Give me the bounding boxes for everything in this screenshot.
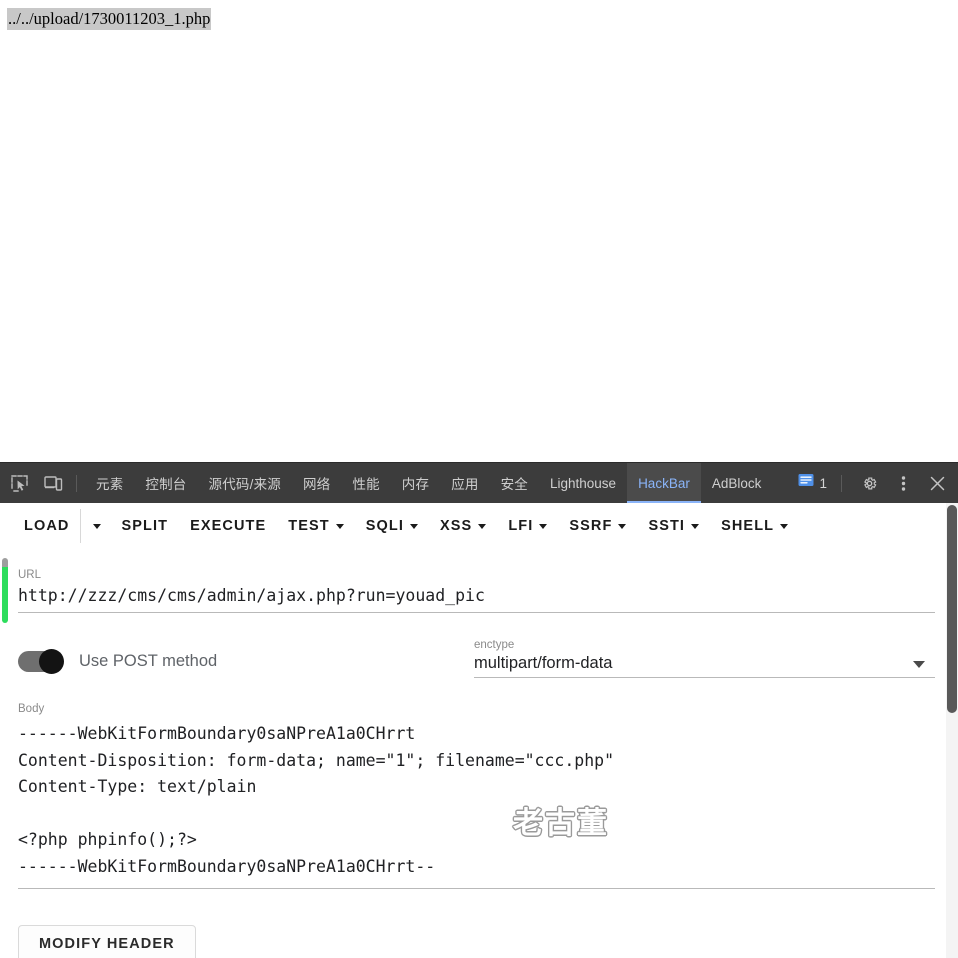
use-post-method-row[interactable]: Use POST method <box>18 649 218 674</box>
button-label: SQLI <box>365 518 404 534</box>
devtools-tab-bar: 元素 控制台 源代码/来源 网络 性能 内存 应用 安全 Lighthouse … <box>0 462 958 504</box>
tab-console[interactable]: 控制台 <box>134 463 197 504</box>
shell-menu-button[interactable]: SHELL <box>710 509 799 543</box>
body-textarea[interactable]: ------WebKitFormBoundary0saNPreA1a0CHrrt… <box>18 718 935 880</box>
ssti-menu-button[interactable]: SSTI <box>637 509 710 543</box>
chevron-down-icon <box>409 523 418 529</box>
toolbar-divider-right <box>841 474 842 492</box>
tab-hackbar[interactable]: HackBar <box>627 462 701 504</box>
tab-lighthouse[interactable]: Lighthouse <box>539 463 627 504</box>
button-label: SPLIT <box>121 518 169 534</box>
execute-button[interactable]: EXECUTE <box>179 509 277 543</box>
url-underline <box>18 612 935 613</box>
body-label: Body <box>18 703 45 715</box>
button-label: LOAD <box>24 518 70 534</box>
chevron-down-icon <box>780 523 789 529</box>
close-icon[interactable] <box>922 468 952 498</box>
tab-label: 性能 <box>352 477 380 492</box>
tab-label: 源代码/来源 <box>208 477 281 492</box>
page-selected-text: ../../upload/1730011203_1.php <box>7 8 212 30</box>
sqli-menu-button[interactable]: SQLI <box>355 509 429 543</box>
url-input[interactable]: http://zzz/cms/cms/admin/ajax.php?run=yo… <box>18 584 935 608</box>
inspect-element-icon[interactable] <box>4 468 34 498</box>
button-label: SSRF <box>569 518 613 534</box>
tab-label: 安全 <box>500 477 528 492</box>
chevron-down-icon <box>691 523 700 529</box>
url-field[interactable]: URL http://zzz/cms/cms/admin/ajax.php?ru… <box>18 569 935 613</box>
console-messages-button[interactable]: 1 <box>792 473 833 493</box>
tab-label: 网络 <box>302 477 331 492</box>
chevron-down-icon <box>913 661 925 668</box>
gear-icon[interactable] <box>854 468 884 498</box>
lfi-menu-button[interactable]: LFI <box>497 509 558 543</box>
tab-performance[interactable]: 性能 <box>341 463 390 504</box>
xss-menu-button[interactable]: XSS <box>429 509 497 543</box>
enctype-label: enctype <box>474 639 515 651</box>
chevron-down-icon <box>618 523 627 529</box>
tab-sources[interactable]: 源代码/来源 <box>198 463 292 504</box>
body-field[interactable]: Body ------WebKitFormBoundary0saNPreA1a0… <box>18 703 935 889</box>
tab-label: Lighthouse <box>550 475 617 491</box>
url-focus-indicator <box>2 558 8 623</box>
ssrf-menu-button[interactable]: SSRF <box>558 509 637 543</box>
button-label: TEST <box>288 518 330 534</box>
enctype-select[interactable]: enctype multipart/form-data <box>474 639 935 678</box>
body-underline <box>18 888 935 889</box>
tab-label: 内存 <box>401 477 430 492</box>
kebab-menu-icon[interactable] <box>888 468 918 498</box>
tab-network[interactable]: 网络 <box>292 463 341 504</box>
message-icon <box>798 473 814 493</box>
use-post-method-toggle[interactable] <box>18 649 64 674</box>
enctype-value: multipart/form-data <box>474 654 613 672</box>
tab-security[interactable]: 安全 <box>490 463 539 504</box>
hackbar-toolbar: LOAD SPLIT EXECUTE TEST SQLI XSS LFI SSR… <box>0 503 958 549</box>
split-button[interactable]: SPLIT <box>110 509 179 543</box>
tab-adblock[interactable]: AdBlock <box>701 463 773 504</box>
tab-label: 应用 <box>451 477 479 492</box>
test-menu-button[interactable]: TEST <box>277 509 354 543</box>
tab-label: 元素 <box>96 477 124 492</box>
button-label: LFI <box>508 518 534 534</box>
device-toolbar-icon[interactable] <box>38 468 68 498</box>
tab-elements[interactable]: 元素 <box>85 463 134 504</box>
toolbar-divider <box>76 474 77 492</box>
chevron-down-icon <box>539 523 548 529</box>
tab-label: HackBar <box>638 475 690 491</box>
panel-scrollbar-thumb[interactable] <box>947 505 957 713</box>
tab-application[interactable]: 应用 <box>440 463 489 504</box>
modify-header-button[interactable]: MODIFY HEADER <box>18 925 196 958</box>
use-post-method-label: Use POST method <box>79 652 218 670</box>
load-button[interactable]: LOAD <box>13 509 80 543</box>
tab-memory[interactable]: 内存 <box>391 463 440 504</box>
load-dropdown-caret-icon[interactable] <box>80 509 106 543</box>
devtools-toolbar-right: 1 <box>792 468 958 498</box>
rendered-page-area: ../../upload/1730011203_1.php <box>0 0 958 462</box>
chevron-down-icon <box>478 523 487 529</box>
url-label: URL <box>18 569 42 581</box>
tab-label: 控制台 <box>145 477 187 492</box>
button-label: EXECUTE <box>190 518 267 534</box>
hackbar-panel: LOAD SPLIT EXECUTE TEST SQLI XSS LFI SSR… <box>0 503 958 958</box>
chevron-down-icon <box>335 523 344 529</box>
button-label: SHELL <box>721 518 775 534</box>
enctype-underline <box>474 677 935 678</box>
button-label: SSTI <box>648 518 686 534</box>
tab-label: AdBlock <box>711 475 762 491</box>
button-label: MODIFY HEADER <box>39 936 175 952</box>
button-label: XSS <box>439 518 473 534</box>
message-count: 1 <box>819 475 827 491</box>
